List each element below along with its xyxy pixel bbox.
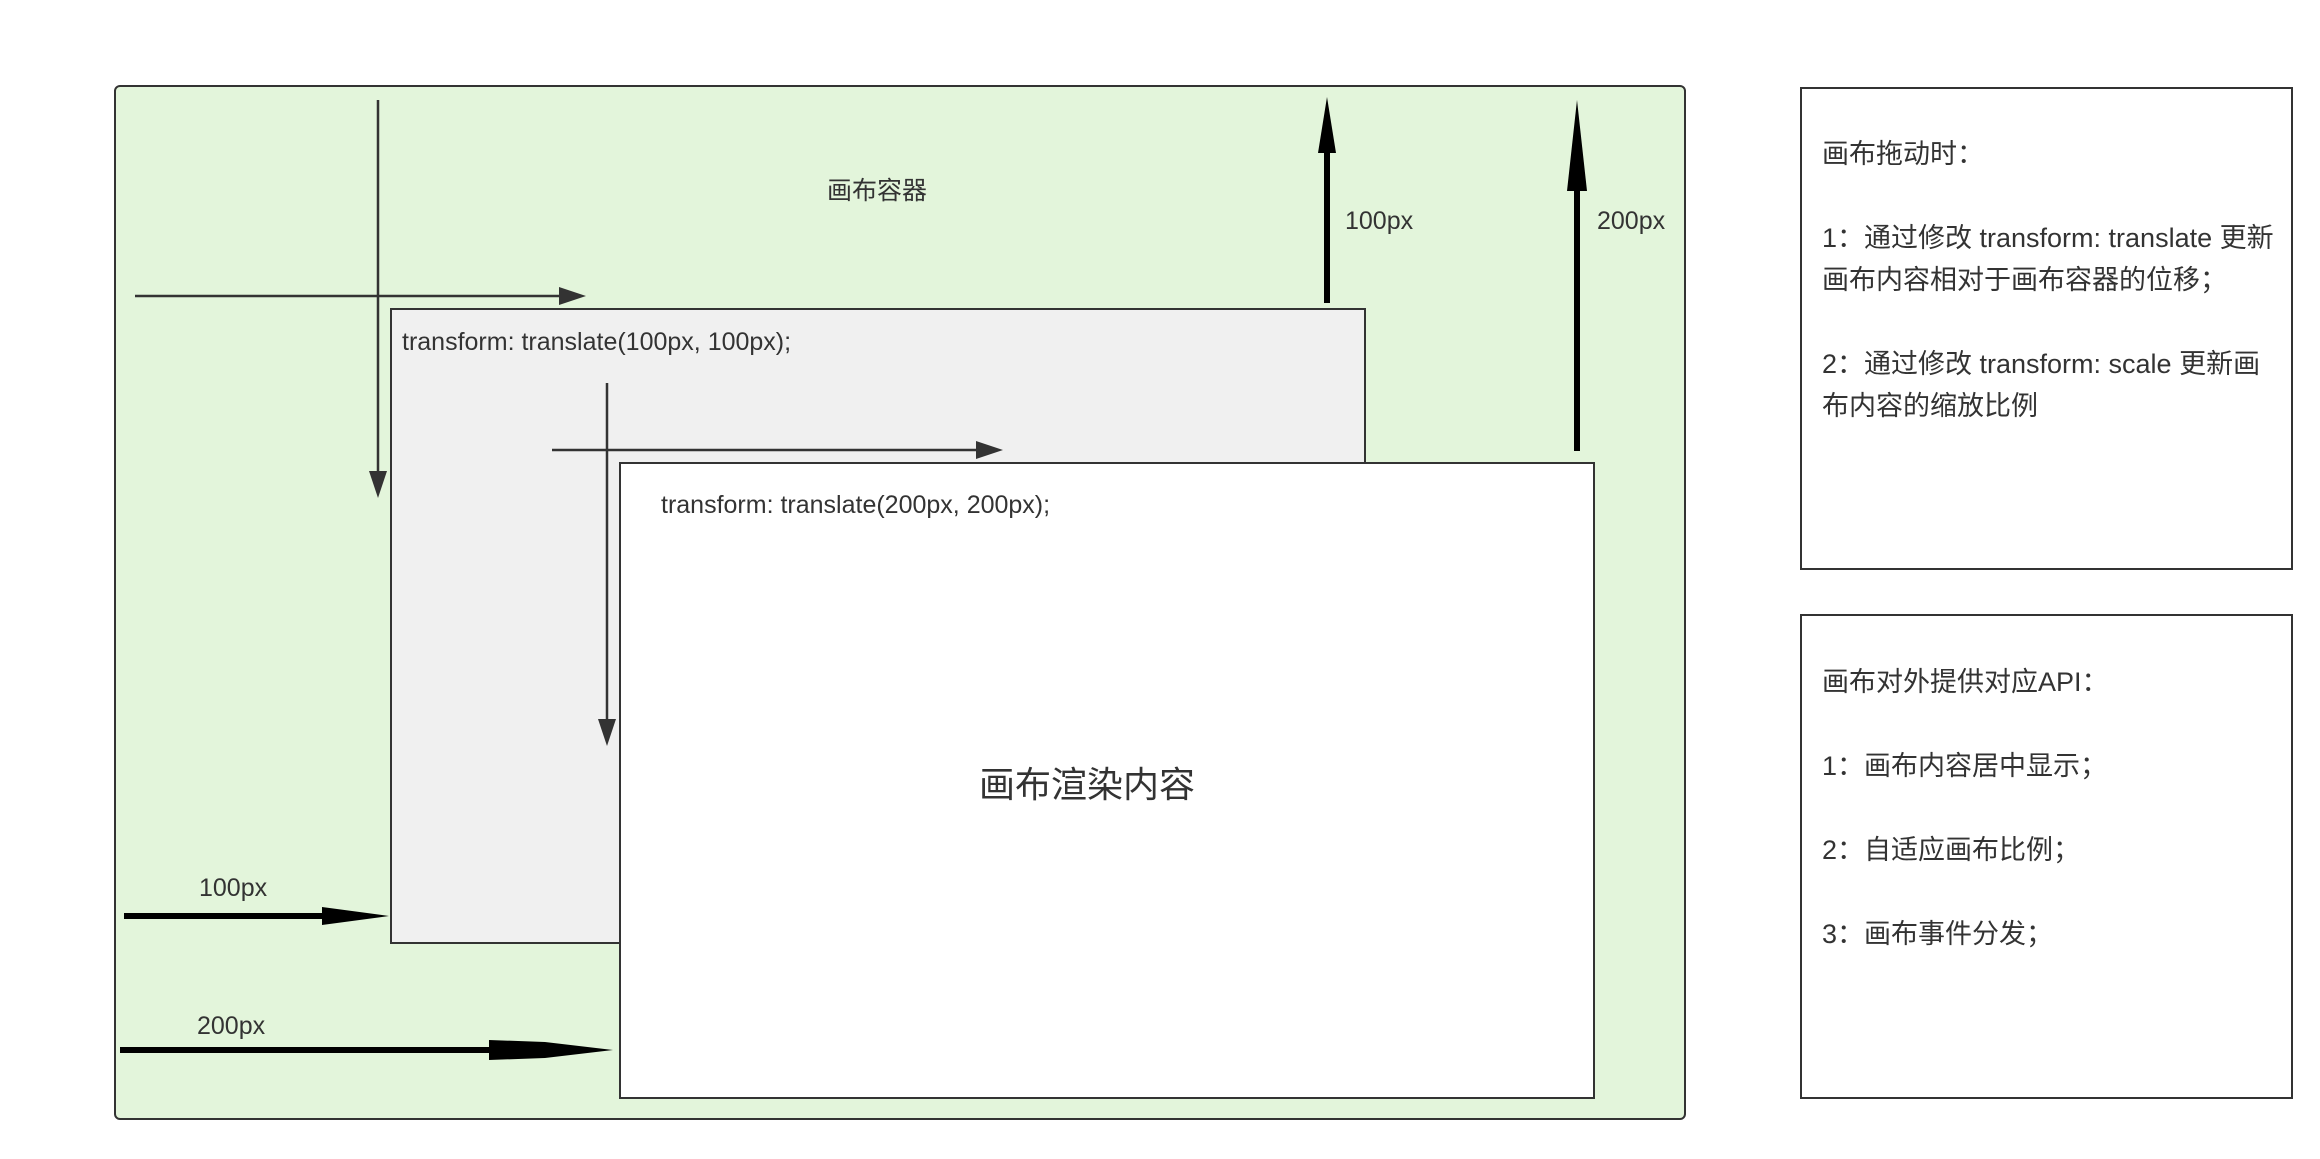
- drag-notes-panel: 画布拖动时： 1：通过修改 transform: translate 更新画布内…: [1800, 87, 2293, 570]
- drag-notes-item: 1：通过修改 transform: translate 更新画布内容相对于画布容…: [1822, 223, 2274, 295]
- canvas-container-label: 画布容器: [827, 177, 928, 205]
- layer-1-horizontal-offset-label: 100px: [199, 874, 268, 902]
- api-notes-item: 3：画布事件分发；: [1822, 919, 2054, 949]
- layer-2-transform-text: transform: translate(200px, 200px);: [661, 491, 1051, 519]
- drag-notes-title: 画布拖动时：: [1822, 139, 1984, 169]
- canvas-content-layer-2: transform: translate(200px, 200px); 画布渲染…: [619, 462, 1595, 1099]
- canvas-render-content-label: 画布渲染内容: [978, 764, 1195, 805]
- api-notes-title: 画布对外提供对应API：: [1822, 667, 2109, 697]
- layer-1-vertical-offset-label: 100px: [1345, 207, 1414, 235]
- api-notes-item: 1：画布内容居中显示；: [1822, 751, 2108, 781]
- layer-1-transform-text: transform: translate(100px, 100px);: [402, 328, 792, 356]
- drag-notes-item: 2：通过修改 transform: scale 更新画布内容的缩放比例: [1822, 349, 2261, 421]
- layer-2-horizontal-offset-label: 200px: [197, 1012, 266, 1040]
- api-notes-panel: 画布对外提供对应API： 1：画布内容居中显示； 2：自适应画布比例； 3：画布…: [1800, 614, 2293, 1099]
- api-notes-item: 2：自适应画布比例；: [1822, 835, 2081, 865]
- layer-2-vertical-offset-label: 200px: [1597, 207, 1666, 235]
